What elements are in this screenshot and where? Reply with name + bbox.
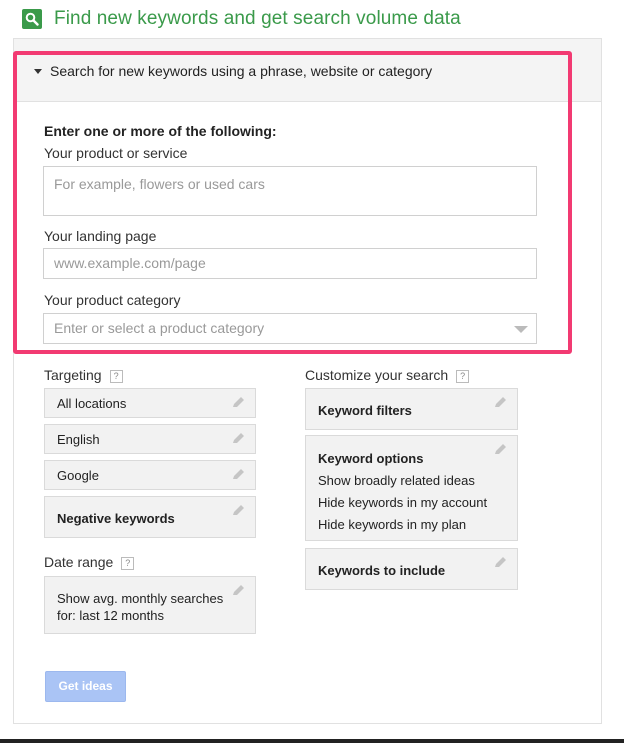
bottom-divider [0, 739, 624, 743]
targeting-label: Targeting? [44, 367, 123, 383]
pencil-icon [233, 433, 244, 443]
targeting-network[interactable]: Google [44, 460, 256, 490]
date-range-label-text: Date range [44, 554, 114, 570]
get-ideas-button[interactable]: Get ideas [45, 671, 126, 702]
category-select[interactable]: Enter or select a product category [43, 313, 537, 344]
pencil-icon [233, 585, 244, 595]
pencil-icon [233, 397, 244, 407]
category-label: Your product category [44, 292, 181, 308]
date-range-card[interactable]: Show avg. monthly searches for: last 12 … [44, 576, 256, 634]
pencil-icon [233, 469, 244, 479]
targeting-language[interactable]: English [44, 424, 256, 454]
targeting-locations[interactable]: All locations [44, 388, 256, 418]
pencil-icon [495, 557, 506, 567]
search-icon [22, 9, 42, 29]
dropdown-arrow-icon [514, 326, 528, 333]
keyword-options-title: Keyword options [318, 451, 424, 466]
section-header: Search for new keywords using a phrase, … [14, 39, 601, 102]
keyword-options[interactable]: Keyword options Show broadly related ide… [305, 435, 518, 541]
keyword-filters[interactable]: Keyword filters [305, 388, 518, 430]
help-icon[interactable]: ? [456, 370, 470, 383]
targeting-locations-text: All locations [57, 396, 127, 411]
section-title: Search for new keywords using a phrase, … [50, 63, 433, 79]
help-icon[interactable]: ? [109, 370, 123, 383]
option-broadly-related: Show broadly related ideas [318, 473, 475, 488]
targeting-language-text: English [57, 432, 100, 447]
date-range-text: Show avg. monthly searches for: last 12 … [57, 590, 223, 624]
caret-down-icon [34, 68, 42, 74]
keyword-options-content: Keyword options Show broadly related ide… [318, 448, 487, 536]
pencil-icon [495, 397, 506, 407]
negative-keywords-text: Negative keywords [57, 511, 175, 526]
category-placeholder: Enter or select a product category [54, 320, 265, 336]
option-hide-account: Hide keywords in my account [318, 495, 488, 510]
date-range-line2: for: last 12 months [57, 608, 164, 623]
customize-label-text: Customize your search [305, 367, 449, 383]
keywords-to-include[interactable]: Keywords to include [305, 548, 518, 590]
page-header: Find new keywords and get search volume … [22, 5, 461, 33]
option-hide-plan: Hide keywords in my plan [318, 517, 467, 532]
pencil-icon [233, 505, 244, 515]
negative-keywords[interactable]: Negative keywords [44, 496, 256, 538]
product-label: Your product or service [44, 145, 188, 161]
customize-label: Customize your search? [305, 367, 470, 383]
landing-page-label: Your landing page [44, 228, 157, 244]
page-title: Find new keywords and get search volume … [54, 8, 461, 29]
landing-page-input[interactable]: www.example.com/page [43, 248, 537, 279]
instructions-label: Enter one or more of the following: [44, 123, 277, 139]
keywords-to-include-text: Keywords to include [318, 563, 446, 578]
pencil-icon [495, 444, 506, 454]
date-range-line1: Show avg. monthly searches [57, 591, 224, 606]
product-input[interactable]: For example, flowers or used cars [43, 166, 537, 216]
section-toggle[interactable]: Search for new keywords using a phrase, … [34, 63, 432, 79]
date-range-label: Date range? [44, 554, 135, 570]
targeting-label-text: Targeting [44, 367, 102, 383]
keyword-filters-text: Keyword filters [318, 403, 412, 418]
help-icon[interactable]: ? [121, 557, 135, 570]
targeting-network-text: Google [57, 468, 99, 483]
